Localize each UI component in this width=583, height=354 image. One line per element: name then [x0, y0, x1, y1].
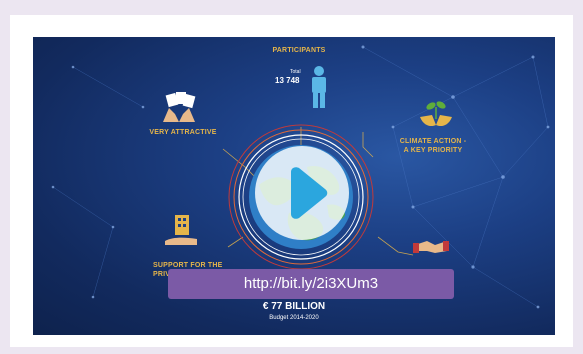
handshake-icon — [413, 241, 449, 253]
total-caption: Total — [290, 69, 301, 75]
person-icon — [312, 66, 326, 108]
video-card: PARTICIPANTS Total 13 748 VERY ATTRACTIV… — [10, 15, 573, 347]
budget-period: Budget 2014-2020 — [269, 315, 319, 321]
total-value: 13 748 — [275, 76, 300, 85]
budget-amount: € 77 BILLION — [262, 301, 326, 312]
building-hand-icon — [165, 215, 197, 245]
plant-hands-icon — [420, 101, 452, 127]
video-link[interactable]: http://bit.ly/2i3XUm3 — [168, 269, 454, 299]
climate-action-line1: CLIMATE ACTION - — [399, 138, 467, 145]
climate-action-label: CLIMATE ACTION - A KEY PRIORITY — [383, 138, 483, 156]
hands-papers-icon — [163, 92, 196, 122]
very-attractive-label: VERY ATTRACTIVE — [149, 129, 217, 136]
play-icon — [291, 167, 328, 219]
participants-label: PARTICIPANTS — [272, 47, 326, 54]
play-button[interactable] — [255, 146, 349, 240]
climate-action-line2: A KEY PRIORITY — [403, 146, 463, 154]
video-thumbnail[interactable]: PARTICIPANTS Total 13 748 VERY ATTRACTIV… — [33, 37, 555, 335]
